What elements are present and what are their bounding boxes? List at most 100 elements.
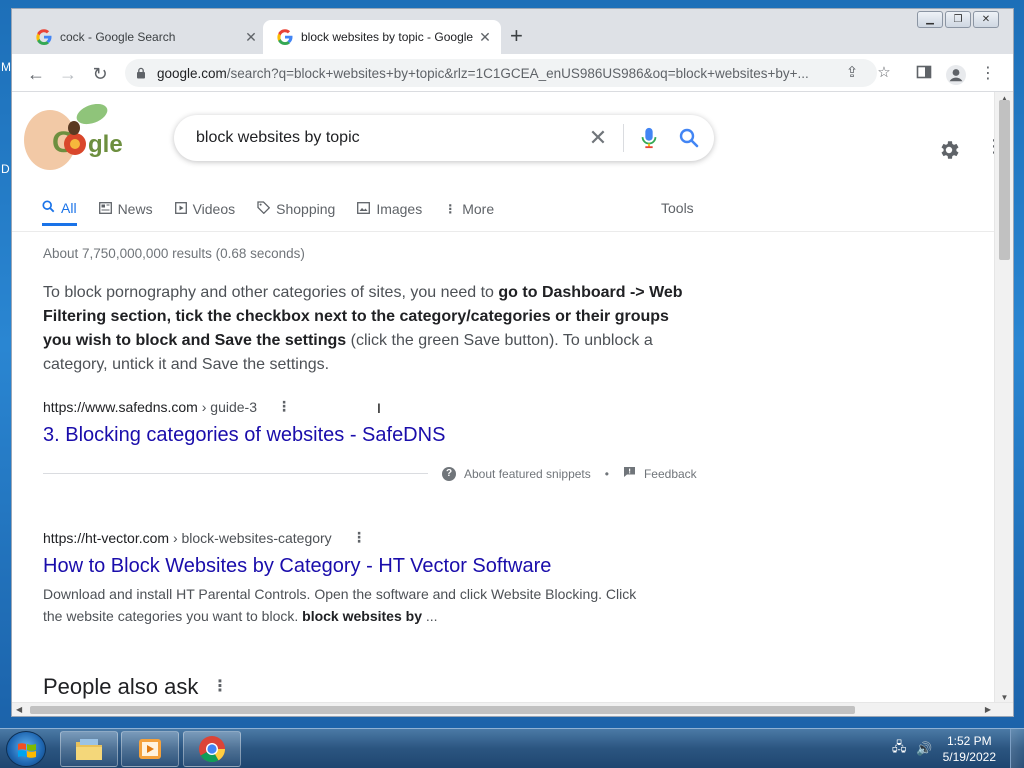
tab-title: block websites by topic - Google Search [301,30,473,44]
play-icon [174,201,187,217]
cite-breadcrumb: › guide-3 [197,399,257,415]
share-icon[interactable]: ⇪ [838,59,866,87]
image-icon [357,201,371,217]
desktop-icon-label: D [1,162,10,176]
tab-close-icon[interactable]: ✕ [473,29,497,46]
about-featured-snippets-link[interactable]: About featured snippets [464,467,591,481]
maximize-button[interactable]: ❐ [945,11,971,28]
tab-close-icon[interactable]: ✕ [239,29,263,46]
result-cite[interactable]: https://ht-vector.com › block-websites-c… [43,530,332,546]
url-host: google.com [157,65,227,81]
feedback-link[interactable]: Feedback [644,467,697,481]
tab-label: All [61,199,77,216]
google-favicon-icon [36,29,52,45]
network-icon[interactable]: 🖧 [892,738,907,760]
lock-icon [137,67,145,79]
tab-images[interactable]: Images [357,192,422,226]
browser-tab-active[interactable]: block websites by topic - Google Search … [263,20,501,54]
search-type-tabs: All News Videos Shopping Images ⋮ More [42,192,516,232]
result-cite[interactable]: https://www.safedns.com › guide-3 [43,399,257,415]
browser-toolbar: ← → ↻ google.com/search?q=block+websites… [12,54,1013,92]
text-cursor-icon: I [377,400,381,416]
help-icon: ? [442,466,456,481]
tab-label: Images [376,201,423,217]
window-controls: ▁ ❐ ✕ [917,11,999,28]
tools-button[interactable]: Tools [661,200,694,216]
svg-text:gle: gle [88,131,123,158]
tab-more[interactable]: ⋮ More [444,192,494,226]
feedback-icon [623,466,636,481]
forward-arrow-icon[interactable]: → [56,62,80,86]
more-vert-icon: ⋮ [444,202,457,216]
close-window-button[interactable]: ✕ [973,11,999,28]
snippet-divider [43,473,428,474]
minimize-button[interactable]: ▁ [917,11,943,28]
profile-avatar-icon[interactable] [945,64,966,85]
result-description: Download and install HT Parental Control… [43,583,653,627]
reload-icon[interactable]: ↻ [88,62,112,86]
result-options-icon[interactable]: ⋮ [277,398,291,415]
bookmark-star-icon[interactable]: ☆ [870,59,898,87]
tab-label: News [117,201,153,217]
tab-label: More [462,201,495,217]
snippet-text: To block pornography and other categorie… [43,284,499,301]
settings-gear-icon[interactable] [937,138,961,162]
back-arrow-icon[interactable]: ← [24,62,48,86]
google-doodle-logo[interactable]: G gle [22,104,132,174]
desktop-icon-label: M [1,60,11,74]
start-button[interactable] [6,731,46,767]
horizontal-scrollbar[interactable]: ◀ ▶ [12,702,1013,716]
scroll-left-icon[interactable]: ◀ [16,703,22,717]
cite-url: https://www.safedns.com [43,399,198,415]
vertical-scrollbar[interactable]: ▲ ▼ [994,92,1013,704]
show-desktop-button[interactable] [1010,729,1024,768]
cite-url: https://ht-vector.com [43,530,170,546]
chrome-menu-icon[interactable]: ⋮ [978,64,998,84]
result-stats: About 7,750,000,000 results (0.68 second… [43,246,305,261]
chrome-window: cock - Google Search ✕ block websites by… [11,8,1014,717]
clear-search-icon[interactable]: ✕ [583,125,613,151]
browser-tab-inactive[interactable]: cock - Google Search ✕ [22,20,267,54]
system-tray: 🖧 🔊 1:52 PM 5/19/2022 [892,729,1024,768]
tab-label: Videos [192,201,236,217]
google-favicon-icon [277,29,293,45]
tab-news[interactable]: News [98,192,153,226]
desc-tail: ... [421,608,438,624]
result-title-link[interactable]: How to Block Websites by Category - HT V… [43,555,551,578]
address-bar[interactable]: google.com/search?q=block+websites+by+to… [125,59,877,87]
scroll-down-icon[interactable]: ▼ [995,693,1014,702]
search-input[interactable]: block websites by topic ✕ [174,115,714,161]
volume-icon[interactable]: 🔊 [916,741,932,757]
taskbar-file-explorer[interactable] [60,731,118,767]
microphone-icon[interactable] [634,123,664,153]
clock-time: 1:52 PM [946,734,992,748]
tab-all[interactable]: All [42,192,77,226]
scroll-right-icon[interactable]: ▶ [985,703,991,717]
scrollbar-thumb[interactable] [999,100,1010,260]
nav-divider [12,231,995,232]
tab-label: Shopping [276,201,336,217]
side-panel-icon[interactable] [914,64,934,84]
result-options-icon[interactable]: ⋮ [352,529,366,546]
tab-videos[interactable]: Videos [174,192,236,226]
news-icon [98,201,112,217]
url-path: /search?q=block+websites+by+topic&rlz=1C… [226,65,809,81]
search-divider [623,124,624,152]
search-icon[interactable] [674,123,704,153]
windows-logo-icon [18,743,36,758]
result-title-link[interactable]: 3. Blocking categories of websites - Saf… [43,424,445,447]
taskbar-media-player[interactable] [121,731,179,767]
people-also-ask-heading: People also ask [43,674,199,699]
system-clock[interactable]: 1:52 PM 5/19/2022 [943,733,996,765]
taskbar-chrome[interactable] [183,731,241,767]
scrollbar-thumb[interactable] [30,706,855,714]
new-tab-button[interactable]: + [510,24,523,48]
taskbar: 🖧 🔊 1:52 PM 5/19/2022 [0,728,1024,768]
chrome-icon [199,736,226,763]
people-also-ask-options-icon[interactable]: ⋮ [212,676,228,696]
separator-dot: • [604,466,609,481]
cite-breadcrumb: › block-websites-category [169,530,332,546]
tab-title: cock - Google Search [60,30,176,44]
tab-shopping[interactable]: Shopping [257,192,335,226]
folder-icon [76,739,102,760]
